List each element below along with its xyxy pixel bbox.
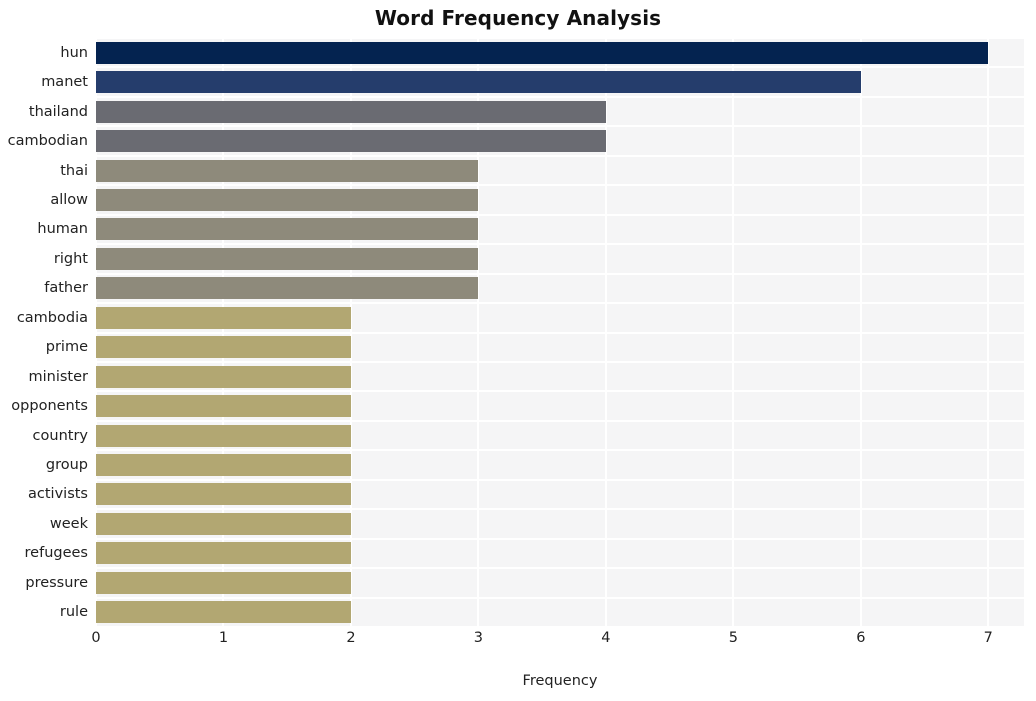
x-tick-label: 4: [601, 630, 611, 646]
y-tick-label: cambodian: [7, 133, 88, 150]
y-tick-label: refugees: [24, 545, 88, 562]
y-tick-label: activists: [28, 486, 88, 503]
bar: [96, 424, 351, 447]
bar: [96, 306, 351, 329]
y-tick-label: human: [37, 221, 88, 238]
bar: [96, 71, 861, 94]
bar: [96, 454, 351, 477]
bar: [96, 512, 351, 535]
bar: [96, 365, 351, 388]
y-tick-label: thai: [60, 162, 88, 179]
bar: [96, 571, 351, 594]
chart-title: Word Frequency Analysis: [374, 6, 662, 30]
y-tick-label: allow: [50, 191, 88, 208]
y-tick-label: pressure: [25, 574, 88, 591]
bar: [96, 218, 479, 241]
x-tick-label: 0: [91, 630, 101, 646]
y-tick-label: right: [53, 250, 88, 267]
y-tick-label: rule: [59, 604, 88, 621]
y-tick-label: prime: [45, 339, 88, 356]
x-tick-label: 2: [346, 630, 356, 646]
bar: [96, 395, 351, 418]
bar: [96, 130, 606, 153]
bar: [96, 336, 351, 359]
y-tick-label: group: [45, 457, 88, 474]
bar: [96, 601, 351, 624]
y-tick-label: manet: [41, 74, 88, 91]
bar-series: [96, 38, 1024, 627]
bar: [96, 277, 479, 300]
x-tick-label: 3: [473, 630, 484, 646]
y-tick-label: cambodia: [16, 309, 88, 326]
y-tick-label: week: [49, 515, 88, 532]
x-tick-label: 5: [728, 630, 738, 646]
y-tick-label: hun: [60, 44, 88, 61]
y-tick-label: thailand: [28, 103, 88, 120]
plot-area: [96, 38, 1024, 627]
bar: [96, 188, 479, 211]
chart-figure: Word Frequency Analysis hun manet thailand…: [0, 0, 1036, 701]
bar: [96, 483, 351, 506]
x-tick-label: 1: [218, 630, 229, 646]
y-axis-tick-labels: hun manet thailand cambodian thai allow human r…: [0, 38, 88, 627]
x-tick-label: 7: [983, 630, 993, 646]
y-tick-label: country: [32, 427, 88, 444]
y-tick-label: minister: [28, 368, 89, 385]
x-tick-label: 6: [856, 630, 866, 646]
y-tick-label: opponents: [11, 398, 88, 415]
bar: [96, 159, 479, 182]
x-axis-title: Frequency: [522, 673, 598, 689]
y-tick-label: father: [44, 280, 88, 297]
bar: [96, 542, 351, 565]
x-axis-tick-labels: 0 1 2 3 4 5 6 7: [91, 630, 1024, 656]
bar: [96, 41, 989, 64]
bar: [96, 100, 606, 123]
bar: [96, 247, 479, 270]
